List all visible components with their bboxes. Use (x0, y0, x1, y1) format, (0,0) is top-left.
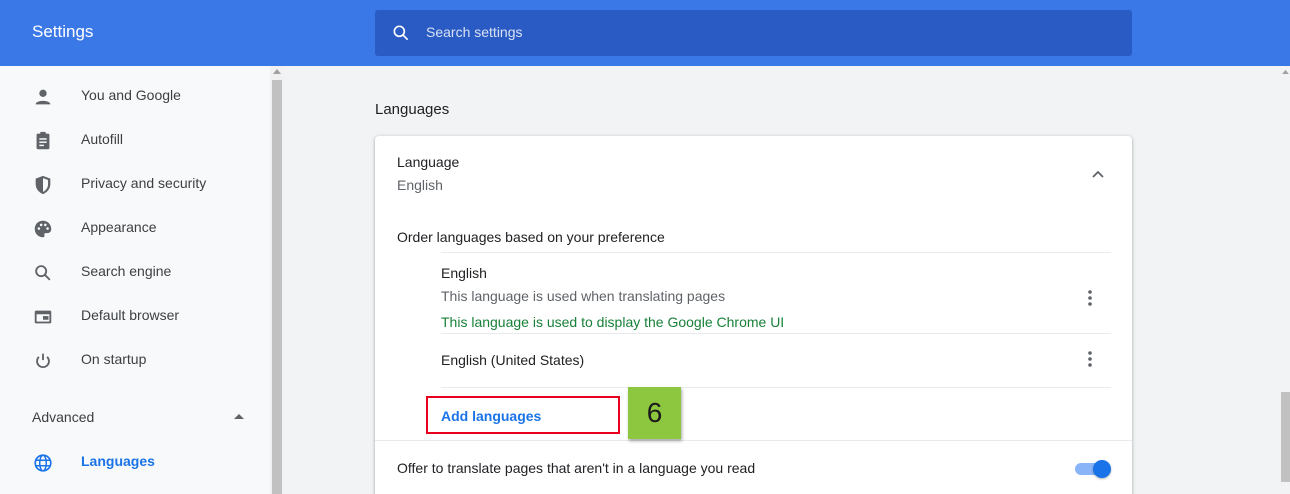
divider (441, 387, 1111, 388)
offer-translate-toggle[interactable] (1075, 460, 1111, 478)
scroll-up-arrow-icon[interactable] (273, 68, 281, 74)
person-icon (35, 89, 51, 105)
sidebar-item-autofill[interactable]: Autofill (0, 118, 270, 162)
browser-icon (34, 310, 52, 324)
sidebar-item-label: Privacy and security (81, 175, 207, 191)
shield-icon (35, 175, 51, 195)
app-title: Settings (32, 22, 94, 41)
caret-up-icon[interactable] (233, 412, 245, 420)
step-number: 6 (646, 397, 663, 428)
sidebar-item-on-startup[interactable]: On startup (0, 338, 270, 382)
language-heading[interactable]: Language (397, 154, 459, 170)
more-vert-icon[interactable] (1083, 288, 1097, 308)
sidebar-item-label: On startup (81, 351, 147, 367)
sidebar-item-label: Languages (81, 453, 155, 469)
language-ui-note: This language is used to display the Goo… (441, 314, 785, 330)
order-languages-label: Order languages based on your preference (397, 229, 665, 245)
scroll-up-arrow-icon[interactable] (1282, 69, 1289, 74)
current-language: English (397, 177, 443, 193)
divider (441, 252, 1111, 253)
divider (375, 440, 1132, 441)
more-vert-icon[interactable] (1083, 349, 1097, 369)
sidebar-item-label: Search engine (81, 263, 172, 279)
palette-icon (34, 220, 52, 238)
sidebar: You and Google Autofill Privacy and secu… (0, 66, 270, 494)
globe-icon (34, 454, 52, 472)
step-badge: 6 (628, 387, 681, 439)
sidebar-item-languages[interactable]: Languages (0, 440, 270, 484)
clipboard-icon (36, 131, 50, 150)
language-name: English (441, 265, 487, 281)
search-input[interactable]: Search settings (426, 24, 523, 40)
toggle-knob (1093, 460, 1111, 478)
search-icon (35, 265, 51, 281)
sidebar-item-default-browser[interactable]: Default browser (0, 294, 270, 338)
sidebar-item-label: Default browser (81, 307, 180, 323)
search-icon[interactable] (391, 23, 411, 43)
sidebar-item-privacy-and-security[interactable]: Privacy and security (0, 162, 270, 206)
languages-card: Language English Order languages based o… (375, 136, 1132, 494)
search-box[interactable]: Search settings (375, 10, 1132, 56)
sidebar-item-label: Appearance (81, 219, 157, 235)
sidebar-scrollbar-thumb[interactable] (272, 80, 282, 494)
language-description: This language is used when translating p… (441, 288, 726, 304)
sidebar-item-label: You and Google (81, 87, 181, 103)
power-icon (36, 353, 50, 369)
language-name: English (United States) (441, 352, 585, 368)
highlight-box (426, 396, 620, 434)
offer-translate-label: Offer to translate pages that aren't in … (397, 460, 756, 476)
chevron-up-icon[interactable] (1091, 169, 1105, 179)
divider (441, 333, 1111, 334)
top-bar: Settings Search settings (0, 0, 1290, 66)
sidebar-item-label: Autofill (81, 131, 124, 147)
sidebar-item-appearance[interactable]: Appearance (0, 206, 270, 250)
section-title: Languages (375, 101, 450, 118)
main-scrollbar-thumb[interactable] (1281, 392, 1290, 482)
sidebar-item-you-and-google[interactable]: You and Google (0, 74, 270, 118)
sidebar-item-search-engine[interactable]: Search engine (0, 250, 270, 294)
advanced-toggle[interactable]: Advanced (32, 409, 94, 425)
